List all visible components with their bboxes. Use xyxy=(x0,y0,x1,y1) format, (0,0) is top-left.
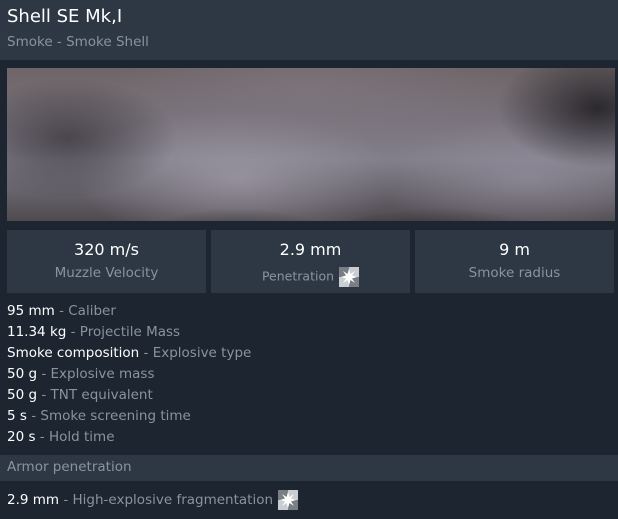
property-label: Projectile Mass xyxy=(79,324,181,340)
property-label: TNT equivalent xyxy=(50,387,153,403)
property-tnt-equivalent: 50 g - TNT equivalent xyxy=(7,387,153,403)
stat-smoke-radius: 9 m Smoke radius xyxy=(415,230,614,293)
stat-label: Smoke radius xyxy=(468,265,561,281)
stat-muzzle-velocity: 320 m/s Muzzle Velocity xyxy=(7,230,206,293)
he-burst-icon[interactable] xyxy=(339,267,360,287)
smoke-preview-image xyxy=(7,68,615,221)
stat-label: Muzzle Velocity xyxy=(54,265,159,281)
he-burst-icon[interactable] xyxy=(278,490,299,510)
property-caliber: 95 mm - Caliber xyxy=(7,303,116,319)
property-value: Smoke composition xyxy=(7,345,140,361)
section-title: Armor penetration xyxy=(7,459,132,475)
stat-value: 320 m/s xyxy=(74,240,139,259)
stat-label: Penetration xyxy=(261,268,335,284)
property-label: Caliber xyxy=(68,303,116,319)
property-projectile-mass: 11.34 kg - Projectile Mass xyxy=(7,324,181,340)
property-value: 50 g xyxy=(7,366,38,382)
stat-value: 9 m xyxy=(499,240,530,259)
property-label: Hold time xyxy=(48,429,115,445)
property-value: 11.34 kg xyxy=(7,324,67,340)
property-label: Explosive mass xyxy=(50,366,155,382)
property-value: 95 mm xyxy=(7,303,55,319)
property-explosive-type: Smoke composition - Explosive type xyxy=(7,345,252,361)
armor-penetration-header: Armor penetration xyxy=(0,455,618,481)
shell-header: Shell SE Mk,I Smoke - Smoke Shell xyxy=(0,0,618,60)
property-list: 95 mm - Caliber 11.34 kg - Projectile Ma… xyxy=(7,301,251,448)
property-value: 50 g xyxy=(7,387,38,403)
property-value: 5 s xyxy=(7,408,27,424)
shell-title: Shell SE Mk,I xyxy=(7,6,123,27)
property-hold-time: 20 s - Hold time xyxy=(7,429,115,445)
stat-label-row: Penetration xyxy=(211,267,410,287)
property-smoke-screening-time: 5 s - Smoke screening time xyxy=(7,408,191,424)
penetration-type: High-explosive fragmentation xyxy=(72,492,274,508)
property-explosive-mass: 50 g - Explosive mass xyxy=(7,366,155,382)
stat-value: 2.9 mm xyxy=(279,240,342,259)
penetration-row: 2.9 mm - High-explosive fragmentation xyxy=(7,489,299,511)
stat-penetration: 2.9 mm Penetration xyxy=(211,230,410,293)
property-label: Explosive type xyxy=(152,345,252,361)
penetration-value: 2.9 mm xyxy=(7,492,60,508)
property-value: 20 s xyxy=(7,429,36,445)
shell-subtitle: Smoke - Smoke Shell xyxy=(7,34,149,50)
property-label: Smoke screening time xyxy=(40,408,191,424)
